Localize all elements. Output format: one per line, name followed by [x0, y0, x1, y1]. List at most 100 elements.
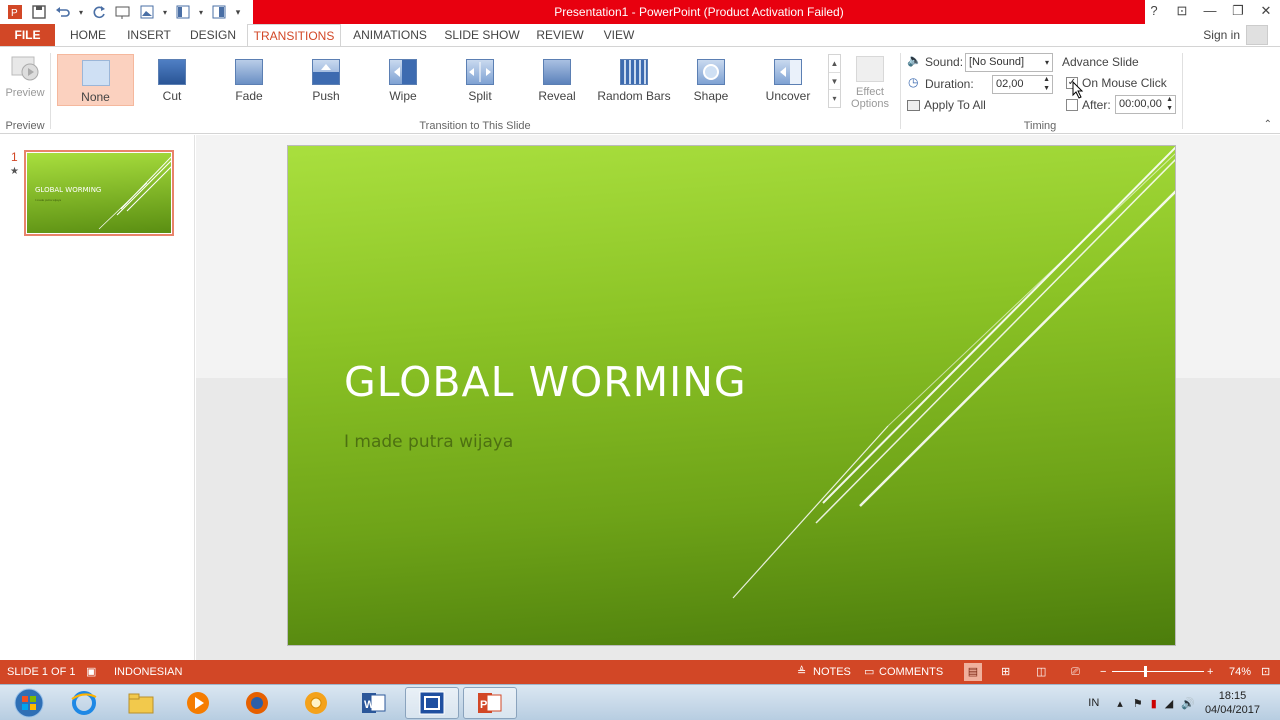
transition-uncover[interactable]: Uncover [751, 54, 825, 106]
tab-home[interactable]: HOME [60, 24, 116, 46]
network-icon[interactable]: ◢ [1165, 697, 1173, 710]
slide-sorter-icon[interactable]: ⊞ [1001, 660, 1010, 684]
tab-review[interactable]: REVIEW [531, 24, 589, 46]
redo-icon[interactable] [88, 2, 110, 22]
remote-app-icon[interactable] [405, 687, 459, 719]
show-hidden-icons-icon[interactable]: ▴ [1117, 697, 1123, 710]
tab-transitions[interactable]: TRANSITIONS [247, 24, 341, 47]
slideshow-view-icon[interactable]: ⎚ [1071, 660, 1080, 684]
gallery-up-arrow-icon[interactable]: ▲ [829, 55, 840, 72]
zoom-slider-thumb[interactable] [1144, 666, 1147, 677]
gallery-more-icon[interactable]: ▾ [829, 89, 840, 106]
notes-button[interactable]: NOTES [813, 660, 851, 684]
transition-fade[interactable]: Fade [212, 54, 286, 106]
clock-date: 04/04/2017 [1204, 704, 1260, 716]
collapse-ribbon-icon[interactable]: ⌃ [1264, 119, 1272, 130]
dropdown-arrow-icon[interactable]: ▾ [196, 2, 206, 22]
transition-cut-icon [158, 59, 186, 85]
spinner-icon[interactable]: ▲ ▼ [1166, 95, 1173, 113]
chrome-canary-icon[interactable] [289, 687, 343, 719]
action-center-flag-icon[interactable]: ⚑ [1133, 697, 1143, 710]
restore-button[interactable]: ❐ [1224, 0, 1252, 24]
media-player-icon[interactable] [171, 687, 225, 719]
notes-icon[interactable]: ≜ [797, 660, 806, 684]
layout-icon[interactable] [172, 2, 194, 22]
customize-icon[interactable]: ▾ [232, 2, 244, 22]
minimize-button[interactable]: — [1196, 0, 1224, 24]
slide-subtitle[interactable]: I made putra wijaya [344, 432, 513, 452]
transition-label: Push [312, 89, 340, 103]
file-explorer-icon[interactable] [114, 687, 168, 719]
dropdown-arrow-icon[interactable]: ▾ [76, 2, 86, 22]
tab-file[interactable]: FILE [0, 24, 55, 46]
transition-cut[interactable]: Cut [135, 54, 209, 106]
transition-wipe-icon [389, 59, 417, 85]
clock[interactable]: 18:15 04/04/2017 [1205, 689, 1260, 717]
ppt-logo-icon[interactable]: P [4, 2, 26, 22]
zoom-slider[interactable] [1112, 666, 1204, 677]
normal-view-icon[interactable]: ▤ [964, 663, 982, 681]
gallery-scrollbar[interactable]: ▲ ▼ ▾ [828, 54, 841, 108]
apply-to-all-button[interactable]: Apply To All [907, 96, 986, 114]
clock-time: 18:15 [1218, 690, 1247, 702]
effect-options-button[interactable]: Effect Options [846, 54, 894, 116]
zoom-out-icon[interactable]: − [1100, 660, 1106, 684]
power-icon[interactable]: ▮ [1151, 697, 1157, 710]
transition-push[interactable]: Push [289, 54, 363, 106]
sign-in-area: Sign in [1203, 24, 1268, 46]
transition-reveal[interactable]: Reveal [520, 54, 594, 106]
duration-stepper[interactable]: 02,00 ▲ ▼ [992, 75, 1053, 94]
powerpoint-icon[interactable]: P [463, 687, 517, 719]
slide-canvas[interactable]: GLOBAL WORMING I made putra wijaya [287, 145, 1176, 646]
word-icon[interactable]: W [347, 687, 401, 719]
language-indicator[interactable]: INDONESIAN [114, 660, 182, 684]
help-button[interactable]: ? [1140, 0, 1168, 24]
transition-none[interactable]: None [57, 54, 134, 106]
undo-icon[interactable] [52, 2, 74, 22]
user-avatar-icon[interactable] [1246, 25, 1268, 45]
slide-thumbnail[interactable]: GLOBAL WORMING I made putra wijaya [24, 150, 174, 236]
comments-icon[interactable]: ▭ [864, 660, 874, 684]
spinner-icon[interactable]: ▲ ▼ [1043, 75, 1050, 93]
close-button[interactable]: ✕ [1252, 0, 1280, 24]
reading-view-icon[interactable]: ◫ [1036, 660, 1046, 684]
save-icon[interactable] [28, 2, 50, 22]
sign-in-link[interactable]: Sign in [1203, 24, 1240, 46]
input-language[interactable]: IN [1088, 697, 1099, 709]
picture-icon[interactable] [136, 2, 158, 22]
internet-explorer-icon[interactable] [57, 687, 111, 719]
thumbnail-number: 1 [11, 150, 18, 164]
tab-insert[interactable]: INSERT [120, 24, 178, 46]
firefox-icon[interactable] [230, 687, 284, 719]
fit-slide-icon[interactable]: ⊡ [1261, 660, 1270, 684]
tab-slide-show[interactable]: SLIDE SHOW [441, 24, 523, 46]
slide-counter: SLIDE 1 OF 1 [7, 666, 76, 678]
slideshow-from-start-icon[interactable] [112, 2, 134, 22]
slide-title[interactable]: GLOBAL WORMING [344, 358, 747, 406]
sound-select[interactable]: [No Sound] ▾ [965, 53, 1053, 72]
preview-group-label: Preview [5, 120, 45, 132]
transition-split[interactable]: Split [443, 54, 517, 106]
gallery-down-arrow-icon[interactable]: ▼ [829, 72, 840, 89]
volume-icon[interactable]: 🔊 [1181, 697, 1195, 710]
tab-design[interactable]: DESIGN [184, 24, 242, 46]
tab-view[interactable]: VIEW [596, 24, 642, 46]
transition-shape[interactable]: Shape [674, 54, 748, 106]
spell-check-icon[interactable]: ▣ [86, 660, 96, 684]
transition-random-bars[interactable]: Random Bars [597, 54, 671, 106]
tab-animations[interactable]: ANIMATIONS [345, 24, 435, 46]
after-checkbox[interactable]: After: [1066, 98, 1111, 112]
effect-options-label-2: Options [851, 98, 889, 110]
preview-button[interactable]: Preview [4, 52, 46, 106]
layout-icon[interactable] [208, 2, 230, 22]
zoom-in-icon[interactable]: + [1207, 660, 1213, 684]
after-time-stepper[interactable]: 00:00,00 ▲ ▼ [1115, 95, 1176, 114]
zoom-level[interactable]: 74% [1229, 660, 1251, 684]
dropdown-arrow-icon[interactable]: ▾ [160, 2, 170, 22]
comments-button[interactable]: COMMENTS [879, 660, 943, 684]
transition-wipe[interactable]: Wipe [366, 54, 440, 106]
transition-label: Fade [235, 89, 263, 103]
ribbon-display-button[interactable]: ⊡ [1168, 0, 1196, 24]
window-controls: ? ⊡ — ❐ ✕ [1140, 0, 1280, 24]
start-orb-icon[interactable] [2, 687, 56, 719]
